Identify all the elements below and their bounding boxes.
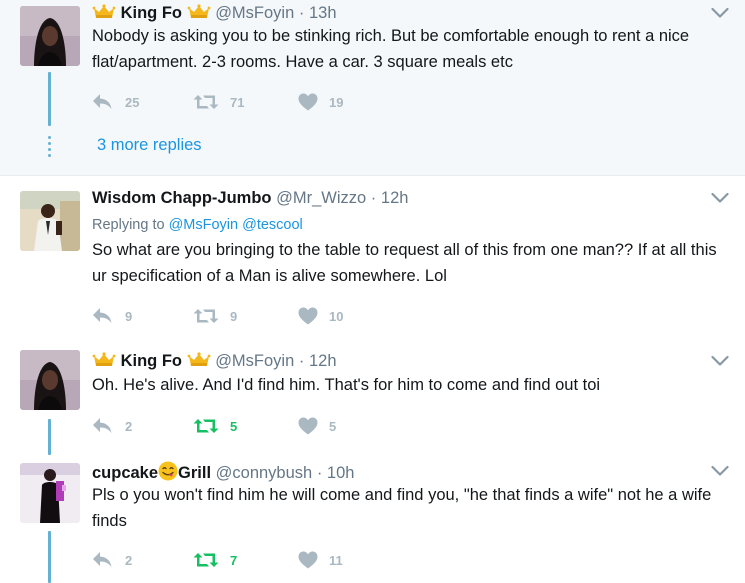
replying-to-handles[interactable]: @MsFoyin @tescool xyxy=(169,217,303,233)
retweet-button[interactable]: 9 xyxy=(193,306,237,326)
tweet-cupcake-grill[interactable]: cupcake Grill @connybush · 10h Pls o you… xyxy=(0,455,745,583)
user-handle[interactable]: @connybush xyxy=(216,464,313,482)
like-count: 10 xyxy=(329,308,344,324)
chevron-down-icon[interactable] xyxy=(711,465,729,477)
timestamp[interactable]: 10h xyxy=(327,464,355,482)
chevron-down-icon[interactable] xyxy=(711,192,729,204)
display-name-part-1[interactable]: cupcake xyxy=(92,464,158,482)
retweet-count: 71 xyxy=(230,94,245,110)
more-replies-link[interactable]: 3 more replies xyxy=(97,136,202,155)
timestamp[interactable]: 13h xyxy=(309,4,337,22)
reply-icon xyxy=(92,93,114,111)
tweet-king-fo-2[interactable]: King Fo @MsFoyin · 12h Oh. He's alive. A… xyxy=(0,343,745,455)
reply-count: 2 xyxy=(125,552,133,568)
tweet-wisdom-chapp-jumbo[interactable]: Wisdom Chapp-Jumbo @Mr_Wizzo · 12h Reply… xyxy=(0,176,745,343)
tweet-text: Oh. He's alive. And I'd find him. That's… xyxy=(92,376,601,394)
crown-emoji-icon xyxy=(92,352,116,368)
tweet-text: Pls o you won't find him he will come an… xyxy=(92,486,712,530)
reply-button[interactable]: 25 xyxy=(92,92,139,112)
avatar[interactable] xyxy=(20,6,80,66)
avatar[interactable] xyxy=(20,191,80,251)
like-button[interactable]: 10 xyxy=(298,306,343,326)
chevron-down-icon[interactable] xyxy=(711,7,729,19)
replying-to: Replying to @MsFoyin @tescool xyxy=(92,217,303,233)
crown-emoji-icon xyxy=(187,352,211,368)
thread-line xyxy=(48,531,51,583)
reply-count: 9 xyxy=(125,308,133,324)
user-handle[interactable]: @MsFoyin xyxy=(215,352,294,370)
user-handle[interactable]: @MsFoyin xyxy=(215,4,294,22)
separator-dot: · xyxy=(316,464,323,482)
thread-dots xyxy=(48,136,51,160)
heart-icon xyxy=(298,551,318,569)
heart-icon xyxy=(298,417,318,435)
crown-emoji-icon xyxy=(187,4,211,20)
tweet-header: Wisdom Chapp-Jumbo @Mr_Wizzo · 12h xyxy=(92,188,408,208)
reply-icon xyxy=(92,417,114,435)
avatar[interactable] xyxy=(20,463,80,523)
tweet-header: cupcake Grill @connybush · 10h xyxy=(92,461,354,483)
display-name-part-2[interactable]: Grill xyxy=(178,464,211,482)
tweet-text: So what are you bringing to the table to… xyxy=(92,241,717,285)
like-button[interactable]: 5 xyxy=(298,416,336,436)
like-button[interactable]: 11 xyxy=(298,550,343,570)
thread-line xyxy=(48,419,51,455)
retweet-button[interactable]: 7 xyxy=(193,550,237,570)
reply-count: 25 xyxy=(125,94,140,110)
avatar[interactable] xyxy=(20,350,80,410)
reply-count: 2 xyxy=(125,418,133,434)
replying-label: Replying to xyxy=(92,217,165,233)
tweet-king-fo-1[interactable]: King Fo @MsFoyin · 13h Nobody is asking … xyxy=(0,0,745,126)
separator-dot: · xyxy=(370,189,377,207)
reply-icon xyxy=(92,551,114,569)
retweet-count: 5 xyxy=(230,418,238,434)
like-count: 5 xyxy=(329,418,337,434)
retweet-count: 7 xyxy=(230,552,238,568)
heart-icon xyxy=(298,93,318,111)
retweet-button[interactable]: 71 xyxy=(193,92,244,112)
retweet-count: 9 xyxy=(230,308,238,324)
display-name[interactable]: Wisdom Chapp-Jumbo xyxy=(92,189,272,207)
display-name[interactable]: King Fo xyxy=(121,352,182,370)
like-count: 19 xyxy=(329,94,344,110)
more-replies-row[interactable]: 3 more replies xyxy=(0,126,745,176)
like-button[interactable]: 19 xyxy=(298,92,343,112)
tweet-text: Nobody is asking you to be stinking rich… xyxy=(92,27,690,71)
user-handle[interactable]: @Mr_Wizzo xyxy=(276,189,366,207)
face-savoring-food-emoji-icon xyxy=(158,461,178,481)
reply-button[interactable]: 2 xyxy=(92,550,132,570)
timestamp[interactable]: 12h xyxy=(381,189,409,207)
tweet-header: King Fo @MsFoyin · 12h xyxy=(92,351,337,371)
thread-line xyxy=(48,72,51,126)
reply-icon xyxy=(92,307,114,325)
like-count: 11 xyxy=(329,552,343,568)
retweet-button[interactable]: 5 xyxy=(193,416,237,436)
display-name[interactable]: King Fo xyxy=(121,4,182,22)
retweet-icon xyxy=(193,307,219,325)
heart-icon xyxy=(298,307,318,325)
chevron-down-icon[interactable] xyxy=(711,355,729,367)
retweet-icon xyxy=(193,551,219,569)
reply-button[interactable]: 2 xyxy=(92,416,132,436)
crown-emoji-icon xyxy=(92,4,116,20)
tweet-header: King Fo @MsFoyin · 13h xyxy=(92,3,337,23)
retweet-icon xyxy=(193,417,219,435)
separator-dot: · xyxy=(298,4,305,22)
separator-dot: · xyxy=(298,352,305,370)
retweet-icon xyxy=(193,93,219,111)
timestamp[interactable]: 12h xyxy=(309,352,337,370)
reply-button[interactable]: 9 xyxy=(92,306,132,326)
